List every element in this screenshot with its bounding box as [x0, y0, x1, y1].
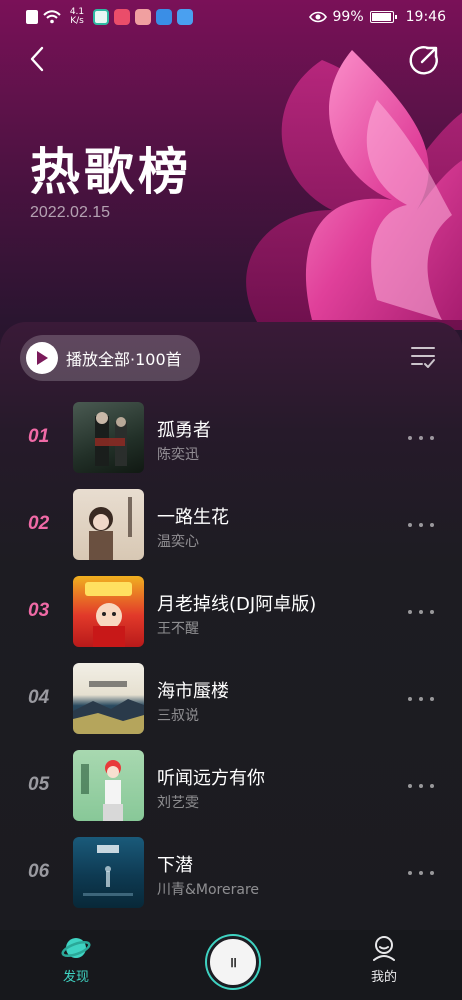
- album-cover: [73, 402, 144, 473]
- song-row[interactable]: 06 下潜 川青&Morerare: [0, 837, 462, 924]
- app-notification-icon-1: [93, 9, 109, 25]
- app-notification-icon-3: [135, 9, 151, 25]
- album-cover: [73, 837, 144, 908]
- share-button[interactable]: [408, 44, 440, 76]
- pause-icon: ॥: [228, 954, 238, 971]
- rank-number: 06: [28, 861, 50, 882]
- album-cover: [73, 750, 144, 821]
- nav-discover-label: 发现: [62, 970, 89, 985]
- mini-player-button[interactable]: ॥: [207, 936, 259, 988]
- app-notification-icon-2: [114, 9, 130, 25]
- song-artist: 刘艺雯: [157, 795, 199, 811]
- battery-percent: 99%: [332, 9, 364, 25]
- nav-mine[interactable]: 我的: [354, 934, 414, 985]
- network-speed-unit: K/s: [70, 16, 84, 26]
- list-check-icon[interactable]: [410, 344, 436, 370]
- song-title: 海市蜃楼: [157, 681, 229, 702]
- song-title: 孤勇者: [157, 420, 211, 441]
- status-bar: 4.1 K/s 99% 19:46: [0, 0, 462, 34]
- song-artist: 三叔说: [157, 708, 199, 724]
- song-title: 一路生花: [157, 507, 229, 528]
- song-artist: 温奕心: [157, 534, 199, 550]
- flame-decoration: [246, 50, 462, 330]
- rank-number: 05: [28, 774, 50, 795]
- share-icon: [409, 46, 438, 75]
- battery-icon: [369, 11, 397, 23]
- more-options-button[interactable]: [408, 602, 434, 622]
- user-icon: [373, 936, 395, 961]
- song-artist: 陈奕迅: [157, 447, 199, 463]
- song-title: 听闻远方有你: [157, 768, 265, 789]
- cloud-app-icon-1: [156, 9, 172, 25]
- rank-number: 03: [28, 600, 50, 621]
- more-options-button[interactable]: [408, 776, 434, 796]
- page-title: 热歌榜: [30, 143, 192, 201]
- rank-number: 01: [28, 426, 50, 447]
- play-all-button[interactable]: 播放全部·100首: [20, 335, 200, 381]
- song-title: 月老掉线(DJ阿卓版): [157, 594, 317, 615]
- notification-alert-icon: [26, 10, 38, 24]
- song-row[interactable]: 03 月老掉线(DJ阿卓版) 王不醒: [0, 576, 462, 663]
- song-artist: 川青&Morerare: [157, 882, 260, 898]
- album-cover: [73, 663, 144, 734]
- nav-mine-label: 我的: [370, 970, 397, 985]
- rank-number: 02: [28, 513, 50, 534]
- back-button[interactable]: [22, 44, 52, 74]
- status-right: 99% 19:46: [308, 9, 446, 25]
- song-list-panel: 播放全部·100首 01 孤勇者 陈奕迅 02 一路生花 温奕心 03 月老掉线…: [0, 322, 462, 932]
- chevron-left-icon: [30, 46, 44, 72]
- nav-discover[interactable]: 发现: [46, 934, 106, 985]
- chart-date: 2022.02.15: [30, 204, 111, 221]
- network-speed: 4.1 K/s: [66, 8, 88, 26]
- status-left: 4.1 K/s: [26, 8, 193, 26]
- song-artist: 王不醒: [157, 621, 199, 637]
- song-row[interactable]: 01 孤勇者 陈奕迅: [0, 402, 462, 489]
- song-row[interactable]: 02 一路生花 温奕心: [0, 489, 462, 576]
- song-row[interactable]: 05 听闻远方有你 刘艺雯: [0, 750, 462, 837]
- hot-songs-chart-screen: 4.1 K/s 99% 19:46 热歌榜 2022.02.15 播放全部·10…: [0, 0, 462, 1000]
- clock-time: 19:46: [405, 9, 446, 25]
- more-options-button[interactable]: [408, 689, 434, 709]
- album-cover: [73, 489, 144, 560]
- rank-number: 04: [28, 687, 50, 708]
- more-options-button[interactable]: [408, 863, 434, 883]
- song-title: 下潜: [157, 855, 193, 876]
- album-cover: [73, 576, 144, 647]
- song-row[interactable]: 04 海市蜃楼 三叔说: [0, 663, 462, 750]
- play-all-label: 播放全部·100首: [66, 350, 182, 369]
- play-icon: [26, 342, 58, 374]
- cloud-app-icon-2: [177, 9, 193, 25]
- eye-comfort-icon: [308, 11, 327, 23]
- song-list: 01 孤勇者 陈奕迅 02 一路生花 温奕心 03 月老掉线(DJ阿卓版) 王不…: [0, 402, 462, 924]
- more-options-button[interactable]: [408, 428, 434, 448]
- more-options-button[interactable]: [408, 515, 434, 535]
- planet-icon: [61, 938, 91, 958]
- wifi-icon: [43, 10, 61, 24]
